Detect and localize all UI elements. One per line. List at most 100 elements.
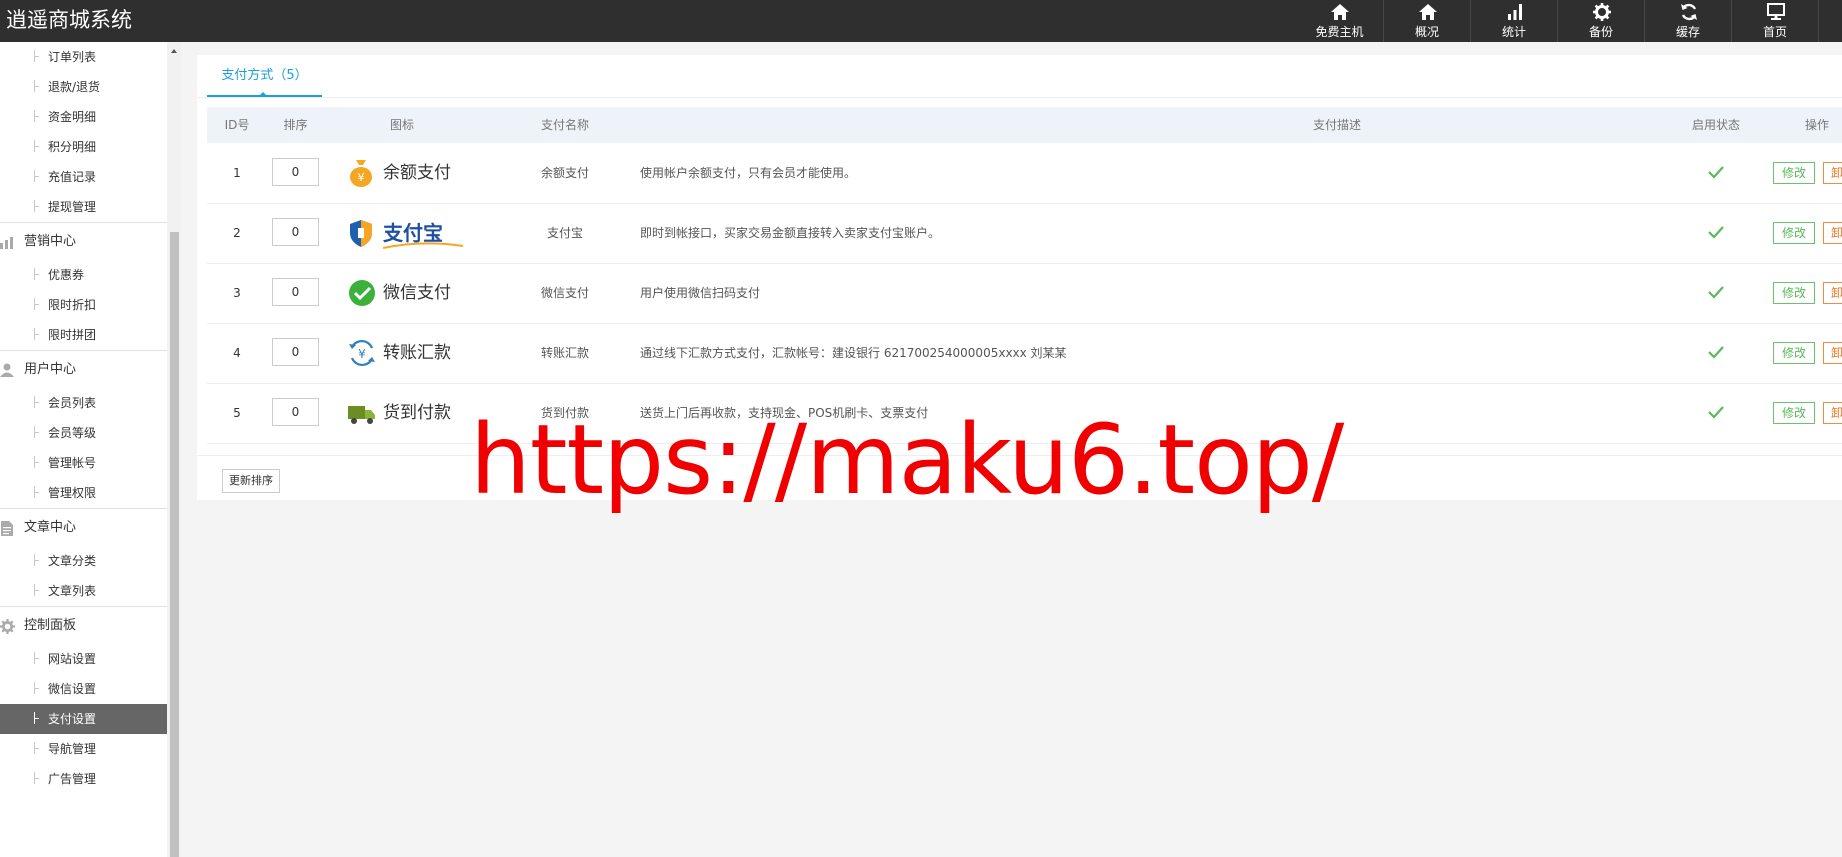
sidebar-item-funds[interactable]: 资金明细: [0, 102, 167, 132]
column-header-sort: 排序: [283, 118, 308, 132]
topnav-label: 统计: [1501, 25, 1526, 39]
sidebar-group-label: 用户中心: [24, 362, 77, 377]
check-icon: [1708, 286, 1724, 299]
sidebar-item-site-settings[interactable]: 网站设置: [0, 644, 167, 674]
edit-button[interactable]: 修改: [1773, 162, 1815, 184]
gear-icon: [1593, 3, 1611, 21]
payment-logo: ¥ 余额支付: [347, 158, 451, 188]
update-sort-button[interactable]: 更新排序: [222, 469, 280, 493]
column-header-desc: 支付描述: [1312, 118, 1361, 132]
sort-input[interactable]: 0: [272, 278, 319, 306]
sidebar-item-member-levels[interactable]: 会员等级: [0, 418, 167, 448]
watermark-text: https://maku6.top/: [470, 404, 1344, 516]
sidebar-item-points[interactable]: 积分明细: [0, 132, 167, 162]
sidebar-item-label: 积分明细: [48, 140, 97, 154]
column-header-ops: 操作: [1804, 118, 1829, 132]
topnav-overview[interactable]: 概况: [1383, 0, 1470, 42]
sidebar-item-ad-management[interactable]: 广告管理: [0, 764, 167, 794]
refresh-icon: [1681, 3, 1697, 21]
edit-button[interactable]: 修改: [1773, 222, 1815, 244]
wechat-icon: [349, 280, 375, 306]
uninstall-button[interactable]: 卸载: [1823, 342, 1842, 364]
cell-desc: 即时到帐接口，买家交易金额直接转入卖家支付宝账户。: [640, 226, 941, 240]
cell-name: 支付宝: [546, 226, 583, 240]
sidebar-item-label: 退款/退货: [48, 80, 101, 94]
topnav-divider: [1818, 0, 1839, 42]
sidebar-item-payment-settings[interactable]: 支付设置: [0, 704, 167, 734]
sidebar-item-discount[interactable]: 限时折扣: [0, 290, 167, 320]
cell-id: 5: [233, 406, 241, 420]
table-row: 1 0 ¥ 余额支付 余额支付 使用帐户余额支付，只有会员才能使用。 修改 卸载: [207, 143, 1842, 204]
edit-button[interactable]: 修改: [1773, 342, 1815, 364]
topnav-cache[interactable]: 缓存: [1644, 0, 1731, 42]
sidebar-item-group-buy[interactable]: 限时拼团: [0, 320, 167, 350]
sidebar-item-admin-accounts[interactable]: 管理帐号: [0, 448, 167, 478]
payment-logo-text: 转账汇款: [383, 343, 451, 363]
tab-payment-methods[interactable]: 支付方式（5）: [207, 55, 322, 97]
cell-id: 4: [233, 346, 241, 360]
svg-text:¥: ¥: [358, 347, 366, 361]
cell-name: 余额支付: [540, 166, 589, 180]
sidebar-group-users[interactable]: 用户中心: [0, 350, 167, 388]
sort-input[interactable]: 0: [272, 218, 319, 246]
scrollbar-thumb[interactable]: [170, 232, 179, 857]
sidebar-group-articles[interactable]: 文章中心: [0, 508, 167, 546]
sidebar-item-nav-management[interactable]: 导航管理: [0, 734, 167, 764]
sidebar-item-withdraw[interactable]: 提现管理: [0, 192, 167, 222]
topnav-free-host[interactable]: 免费主机: [1296, 0, 1383, 42]
column-header-id: ID号: [224, 118, 250, 132]
edit-button[interactable]: 修改: [1773, 402, 1815, 424]
cell-id: 2: [233, 226, 241, 240]
payment-logo-text: 微信支付: [383, 283, 451, 303]
uninstall-button[interactable]: 卸载: [1823, 222, 1842, 244]
topnav-label: 备份: [1588, 25, 1613, 39]
sidebar-item-order-list[interactable]: 订单列表: [0, 42, 167, 72]
sidebar-item-article-list[interactable]: 文章列表: [0, 576, 167, 606]
sidebar-item-wechat-settings[interactable]: 微信设置: [0, 674, 167, 704]
sort-input[interactable]: 0: [272, 158, 319, 186]
column-header-icon: 图标: [389, 118, 414, 132]
sidebar-scrollbar[interactable]: [167, 42, 181, 857]
sidebar-item-coupon[interactable]: 优惠券: [0, 260, 167, 290]
sort-input[interactable]: 0: [272, 398, 319, 426]
sidebar-item-label: 会员列表: [48, 396, 97, 410]
sidebar-item-label: 资金明细: [48, 110, 97, 124]
topnav-label: 概况: [1414, 25, 1439, 39]
sidebar-group-control-panel[interactable]: 控制面板: [0, 606, 167, 644]
uninstall-button[interactable]: 卸载: [1823, 282, 1842, 304]
sidebar-group-marketing[interactable]: 营销中心: [0, 222, 167, 260]
uninstall-button[interactable]: 卸载: [1823, 402, 1842, 424]
sidebar-item-label: 文章分类: [48, 554, 97, 568]
sidebar-item-article-categories[interactable]: 文章分类: [0, 546, 167, 576]
cell-id: 3: [233, 286, 241, 300]
column-header-status: 启用状态: [1691, 118, 1740, 132]
sidebar-item-members[interactable]: 会员列表: [0, 388, 167, 418]
sidebar-item-label: 网站设置: [48, 652, 97, 666]
uninstall-button[interactable]: 卸载: [1823, 162, 1842, 184]
check-icon: [1708, 346, 1724, 359]
cell-desc: 使用帐户余额支付，只有会员才能使用。: [640, 166, 857, 180]
sidebar-item-recharge[interactable]: 充值记录: [0, 162, 167, 192]
sidebar-item-label: 充值记录: [48, 170, 97, 184]
cell-name: 微信支付: [540, 286, 589, 300]
scroll-up-arrow-icon[interactable]: [171, 49, 177, 53]
edit-button[interactable]: 修改: [1773, 282, 1815, 304]
sort-input[interactable]: 0: [272, 338, 319, 366]
sidebar-item-admin-permissions[interactable]: 管理权限: [0, 478, 167, 508]
topnav-statistics[interactable]: 统计: [1470, 0, 1557, 42]
check-icon: [1708, 406, 1724, 419]
table-row: 3 0 微信支付 微信支付 用户使用微信扫码支付 修改 卸载: [207, 263, 1842, 324]
sidebar-item-label: 管理帐号: [48, 456, 97, 470]
topnav-backup[interactable]: 备份: [1557, 0, 1644, 42]
payment-logo: 货到付款: [347, 398, 451, 428]
sidebar-menu: 订单列表 退款/退货 资金明细 积分明细 充值记录 提现管理 营销中心 优惠券 …: [0, 42, 167, 794]
topnav-label: 首页: [1762, 25, 1787, 39]
sidebar-item-label: 提现管理: [48, 200, 97, 214]
table-row: 2 0 支付宝 支付宝 即时到帐接口，买家交易金额直接转入卖家支付宝账户。 修改…: [207, 203, 1842, 264]
sidebar-item-refund[interactable]: 退款/退货: [0, 72, 167, 102]
sidebar-item-label: 支付设置: [48, 712, 97, 726]
sidebar-item-label: 订单列表: [48, 50, 97, 64]
svg-text:¥: ¥: [358, 171, 365, 184]
check-icon: [1708, 166, 1724, 179]
topnav-home[interactable]: 首页: [1731, 0, 1818, 42]
